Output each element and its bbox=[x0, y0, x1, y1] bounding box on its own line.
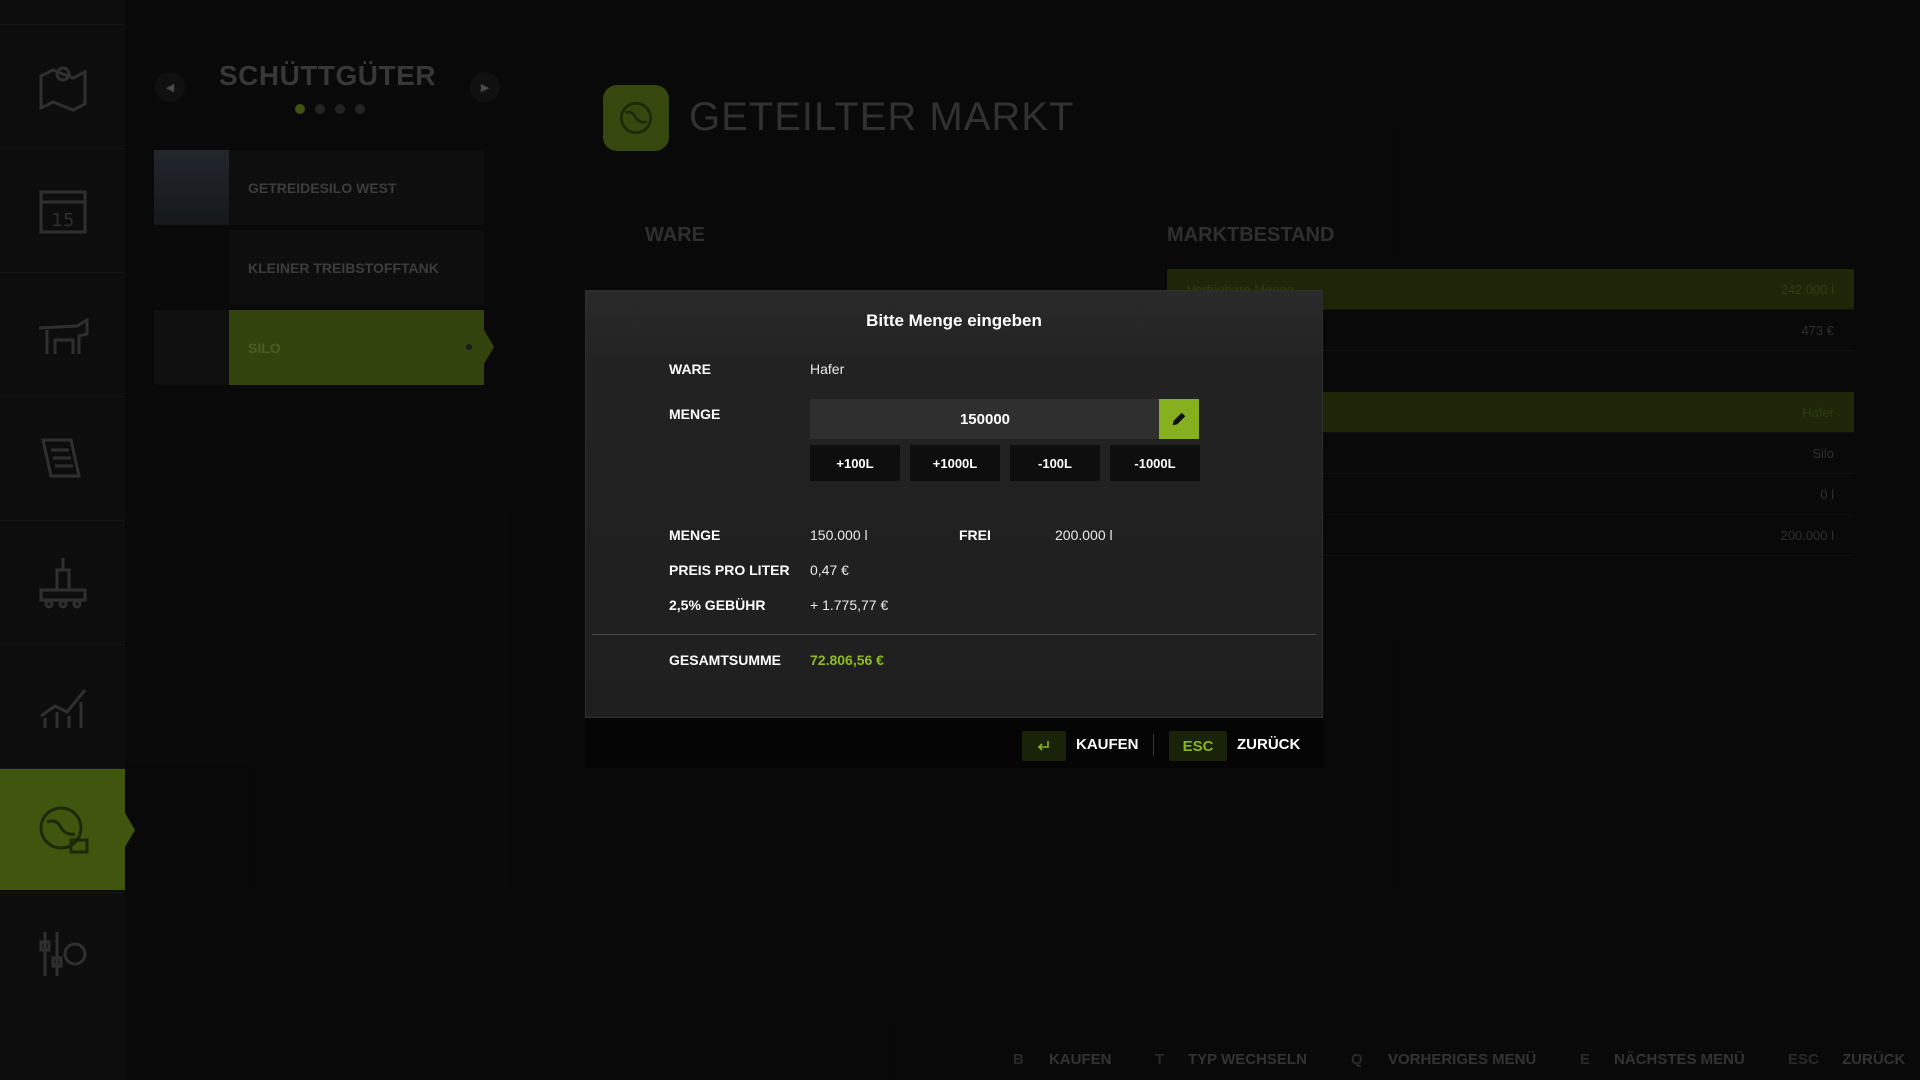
dialog-footer: KAUFEN ESC ZURÜCK bbox=[585, 718, 1323, 768]
hint-next-menu[interactable]: NÄCHSTES MENÜ bbox=[1614, 1051, 1745, 1068]
hint-key: B bbox=[1013, 1051, 1024, 1068]
gesamt-value: 72.806,56 € bbox=[810, 652, 884, 668]
hint-key: Q bbox=[1351, 1051, 1363, 1068]
summary-menge-value: 150.000 l bbox=[810, 527, 868, 543]
hint-key: T bbox=[1155, 1051, 1165, 1068]
esc-key-button[interactable]: ESC bbox=[1169, 731, 1227, 761]
buy-button[interactable]: KAUFEN bbox=[1076, 736, 1139, 753]
hint-previous-menu[interactable]: VORHERIGES MENÜ bbox=[1388, 1051, 1536, 1068]
frei-value: 200.000 l bbox=[1055, 527, 1113, 543]
menge-label: MENGE bbox=[669, 406, 721, 422]
frei-label: FREI bbox=[959, 527, 991, 543]
plus-100-button[interactable]: +100L bbox=[810, 445, 900, 481]
quantity-dialog: Bitte Menge eingeben WARE Hafer MENGE 15… bbox=[585, 290, 1323, 718]
ware-value: Hafer bbox=[810, 361, 845, 377]
gebuehr-label: 2,5% GEBÜHR bbox=[669, 597, 766, 613]
footer-separator bbox=[1153, 734, 1154, 756]
summary-menge-label: MENGE bbox=[669, 527, 721, 543]
ware-label: WARE bbox=[669, 361, 711, 377]
game-menu-screen: 15 ◀ SCHÜTTGÜTER ▶ GETREIDESILO WEST KLE… bbox=[0, 0, 1920, 1080]
minus-1000-button[interactable]: -1000L bbox=[1110, 445, 1200, 481]
hint-change-type[interactable]: TYP WECHSELN bbox=[1188, 1051, 1307, 1068]
back-button[interactable]: ZURÜCK bbox=[1237, 736, 1300, 753]
divider bbox=[592, 634, 1316, 635]
minus-100-button[interactable]: -100L bbox=[1010, 445, 1100, 481]
dialog-title: Bitte Menge eingeben bbox=[866, 311, 1042, 330]
pencil-icon bbox=[1172, 412, 1186, 426]
enter-key-icon bbox=[1037, 741, 1049, 751]
quantity-input[interactable]: 150000 bbox=[810, 399, 1160, 439]
gesamt-label: GESAMTSUMME bbox=[669, 652, 781, 668]
hint-back[interactable]: ZURÜCK bbox=[1842, 1051, 1905, 1068]
enter-key-button[interactable] bbox=[1022, 731, 1066, 761]
hint-key: E bbox=[1580, 1051, 1591, 1068]
hint-key: ESC bbox=[1788, 1051, 1819, 1068]
hint-buy[interactable]: KAUFEN bbox=[1049, 1051, 1112, 1068]
edit-quantity-button[interactable] bbox=[1159, 399, 1199, 439]
preis-label: PREIS PRO LITER bbox=[669, 562, 790, 578]
plus-1000-button[interactable]: +1000L bbox=[910, 445, 1000, 481]
preis-value: 0,47 € bbox=[810, 562, 849, 578]
gebuehr-value: + 1.775,77 € bbox=[810, 597, 889, 613]
